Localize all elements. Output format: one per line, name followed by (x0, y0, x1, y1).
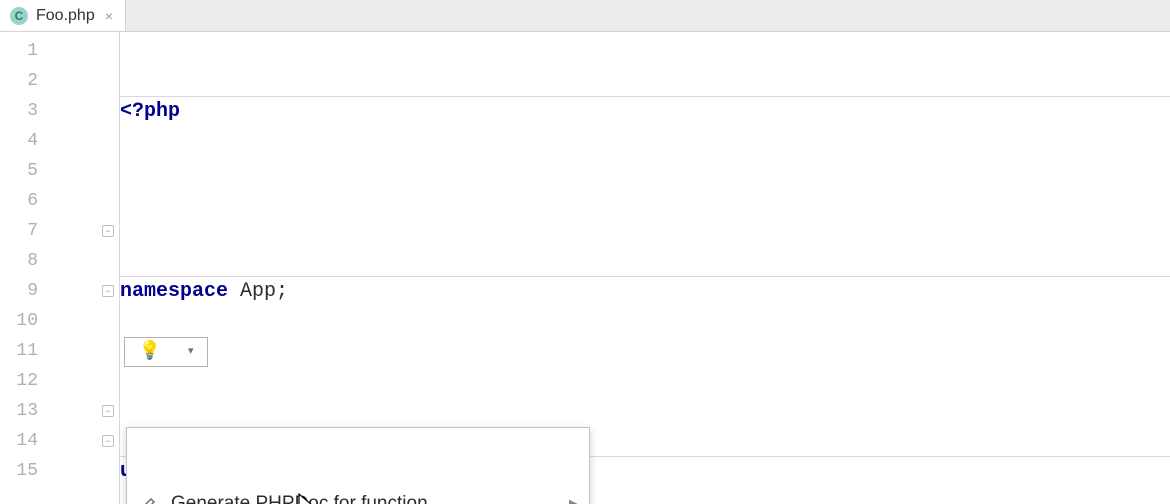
line-number: 15 (0, 456, 38, 486)
tab-filename: Foo.php (36, 7, 95, 25)
code-token: <?php (120, 100, 180, 123)
line-number-gutter: 1 2 3 4 5 6 7 8 9 10 11 12 13 14 15 (0, 32, 52, 504)
line-number: 12 (0, 366, 38, 396)
code-token: App; (228, 280, 288, 303)
code-area[interactable]: <?php namespace App; use App\Services\Ba… (120, 32, 1170, 504)
line-number: 6 (0, 186, 38, 216)
line-number: 13 (0, 396, 38, 426)
line-number: 14 (0, 426, 38, 456)
close-icon[interactable]: × (103, 8, 115, 24)
line-number: 3 (0, 96, 38, 126)
fold-gutter (52, 32, 120, 504)
submenu-arrow-icon: ▶ (569, 489, 579, 504)
code-token: namespace (120, 280, 228, 303)
chevron-down-icon: ▾ (188, 337, 194, 367)
fold-toggle-icon[interactable] (102, 225, 114, 237)
menu-item-label: Generate PHPDoc for function (171, 489, 557, 504)
intention-bulb-dropdown[interactable]: 💡 ▾ (124, 337, 208, 367)
line-number: 8 (0, 246, 38, 276)
menu-item-generate-phpdoc[interactable]: Generate PHPDoc for function ▶ (127, 488, 589, 504)
intention-actions-menu: Generate PHPDoc for function ▶ Inline al… (126, 427, 590, 504)
line-number: 9 (0, 276, 38, 306)
line-number: 4 (0, 126, 38, 156)
fold-toggle-icon[interactable] (102, 405, 114, 417)
lightbulb-icon: 💡 (139, 337, 161, 367)
line-number: 7 (0, 216, 38, 246)
line-number: 11 (0, 336, 38, 366)
line-number: 5 (0, 156, 38, 186)
fold-toggle-icon[interactable] (102, 435, 114, 447)
line-number: 2 (0, 66, 38, 96)
edit-icon (139, 494, 159, 504)
line-number: 1 (0, 36, 38, 66)
line-number: 10 (0, 306, 38, 336)
code-editor[interactable]: 1 2 3 4 5 6 7 8 9 10 11 12 13 14 15 <?ph… (0, 32, 1170, 504)
php-class-icon: C (10, 7, 28, 25)
tab-bar: C Foo.php × (0, 0, 1170, 32)
editor-tab-foo-php[interactable]: C Foo.php × (0, 0, 126, 31)
fold-toggle-icon[interactable] (102, 285, 114, 297)
